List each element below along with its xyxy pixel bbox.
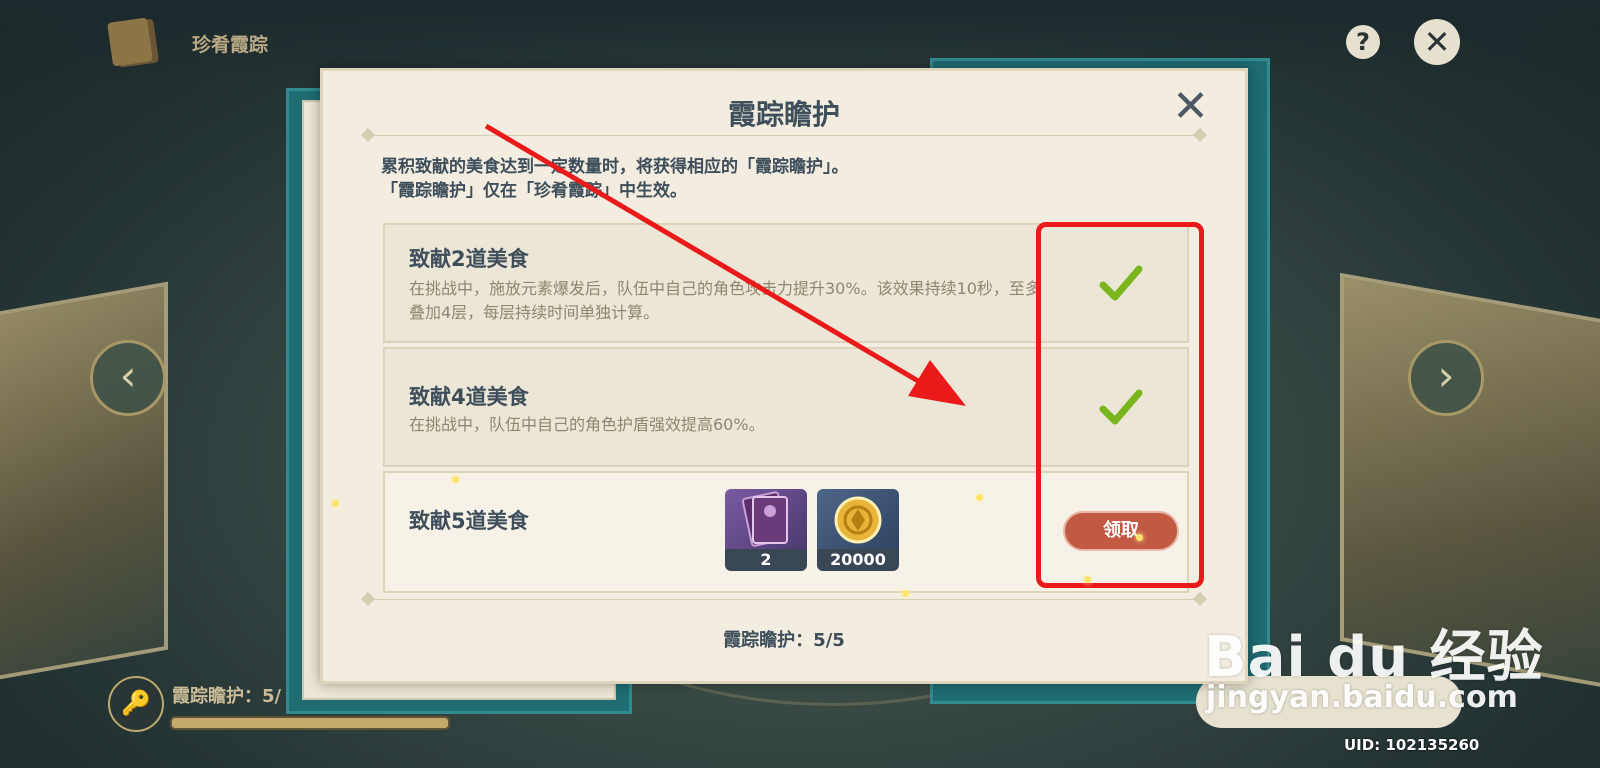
sparkle [976, 494, 983, 501]
sparkle [1084, 576, 1091, 583]
uid-label: UID: 102135260 [1344, 736, 1480, 754]
baidu-watermark-url: jingyan.baidu.com [1206, 680, 1518, 715]
sparkle [332, 500, 339, 507]
sparkle [1136, 534, 1143, 541]
sparkle [452, 476, 459, 483]
sparkle [902, 590, 909, 597]
annotation-highlight-box [1036, 222, 1204, 588]
